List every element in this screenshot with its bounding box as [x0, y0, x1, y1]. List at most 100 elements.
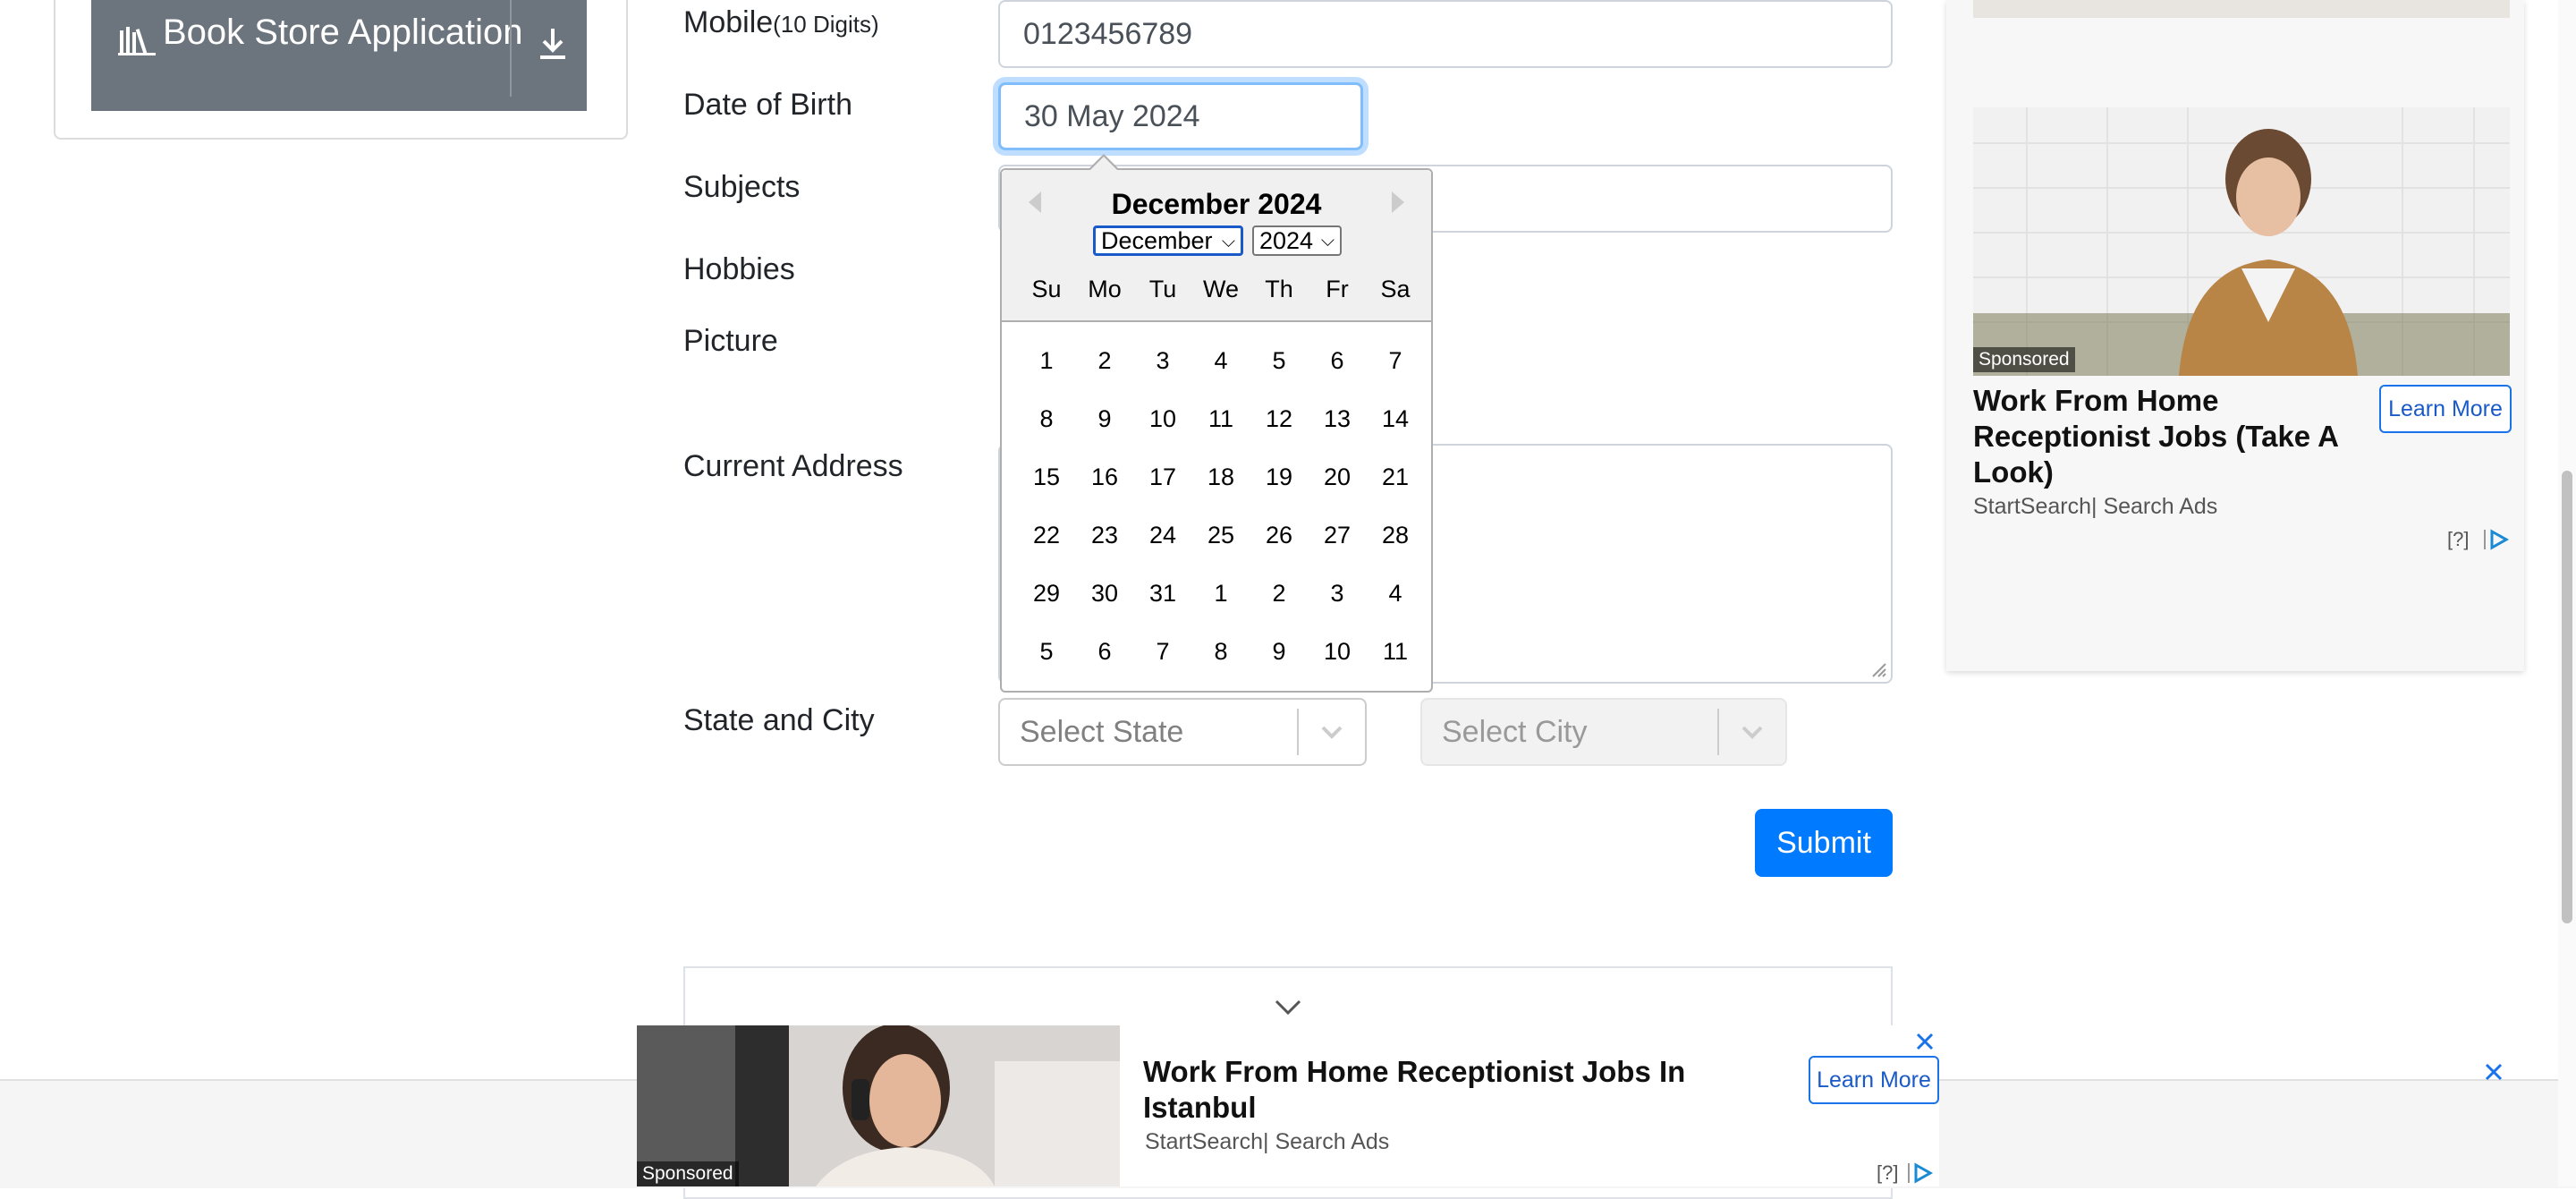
ad-title[interactable]: Work From Home Receptionist Jobs (Take A…	[1973, 383, 2367, 490]
divider	[510, 0, 512, 97]
calendar-day[interactable]: 26	[1254, 522, 1304, 549]
calendar-day[interactable]: 31	[1138, 580, 1188, 608]
calendar-day[interactable]: 9	[1254, 638, 1304, 666]
weekday-header: Mo	[1088, 276, 1122, 302]
weekday-header: Fr	[1326, 276, 1349, 302]
city-select[interactable]: Select City	[1420, 698, 1787, 766]
submit-button[interactable]: Submit	[1755, 809, 1893, 877]
datepicker: December 2024 December ⌵ 2024 ⌵ Su Mo Tu We Th…	[1000, 154, 1433, 693]
next-month-icon[interactable]	[1379, 184, 1415, 220]
calendar-day[interactable]: 2	[1254, 580, 1304, 608]
city-placeholder: Select City	[1442, 714, 1588, 749]
banner-ad-image[interactable]: Sponsored	[637, 1025, 1120, 1186]
month-select[interactable]: December ⌵	[1093, 225, 1243, 256]
calendar-day[interactable]: 8	[1021, 405, 1072, 433]
chevron-down-icon: ⌵	[1221, 232, 1235, 251]
calendar-day[interactable]: 1	[1196, 580, 1246, 608]
dob-label: Date of Birth	[683, 88, 852, 122]
calendar-day[interactable]: 17	[1138, 463, 1188, 491]
download-icon[interactable]	[535, 25, 571, 61]
state-placeholder: Select State	[1020, 714, 1184, 749]
adchoices-icon[interactable]	[2483, 528, 2510, 551]
banner-ad-info-link[interactable]: [?]	[1877, 1161, 1898, 1185]
calendar-day[interactable]: 5	[1254, 347, 1304, 375]
calendar-day[interactable]: 10	[1312, 638, 1362, 666]
sponsored-badge: Sponsored	[1973, 347, 2075, 372]
ad-strip	[1973, 0, 2510, 18]
weekday-header: Sa	[1380, 276, 1411, 302]
calendar-day[interactable]: 23	[1080, 522, 1130, 549]
weekday-header: We	[1202, 276, 1239, 302]
banner-ad-title[interactable]: Work From Home Receptionist Jobs In Ista…	[1143, 1054, 1733, 1126]
calendar-day[interactable]: 8	[1196, 638, 1246, 666]
calendar-day[interactable]: 4	[1196, 347, 1246, 375]
calendar-day[interactable]: 29	[1021, 580, 1072, 608]
calendar-day[interactable]: 4	[1370, 580, 1420, 608]
calendar-day[interactable]: 16	[1080, 463, 1130, 491]
subjects-label: Subjects	[683, 170, 801, 204]
chevron-down-icon: ⌵	[1320, 231, 1335, 251]
close-icon[interactable]	[1914, 1031, 1936, 1052]
scrollbar-thumb[interactable]	[2562, 471, 2572, 923]
calendar-day[interactable]: 18	[1196, 463, 1246, 491]
calendar-day[interactable]: 10	[1138, 405, 1188, 433]
calendar-day[interactable]: 14	[1370, 405, 1420, 433]
close-icon[interactable]	[2483, 1061, 2504, 1083]
chevron-down-icon[interactable]	[1719, 725, 1785, 739]
calendar-day[interactable]: 22	[1021, 522, 1072, 549]
ad-image[interactable]: Sponsored	[1973, 107, 2510, 376]
book-store-label: Book Store Application	[163, 13, 523, 52]
calendar-day[interactable]: 28	[1370, 522, 1420, 549]
calendar-day[interactable]: 11	[1370, 638, 1420, 666]
calendar-day[interactable]: 21	[1370, 463, 1420, 491]
banner-ad-source: StartSearch| Search Ads	[1145, 1129, 1390, 1154]
calendar-day[interactable]: 1	[1021, 347, 1072, 375]
current-address-label: Current Address	[683, 449, 903, 483]
calendar-day[interactable]: 19	[1254, 463, 1304, 491]
dob-input[interactable]: 30 May 2024	[998, 82, 1363, 150]
calendar-day[interactable]: 30	[1080, 580, 1130, 608]
calendar-day[interactable]: 25	[1196, 522, 1246, 549]
state-city-label: State and City	[683, 703, 875, 737]
adchoices-icon[interactable]	[1907, 1161, 1934, 1185]
calendar-day[interactable]: 24	[1138, 522, 1188, 549]
calendar-day[interactable]: 12	[1254, 405, 1304, 433]
hobbies-label: Hobbies	[683, 252, 795, 286]
calendar-day[interactable]: 9	[1080, 405, 1130, 433]
calendar-day[interactable]: 11	[1196, 405, 1246, 433]
chevron-down-icon[interactable]	[1299, 725, 1365, 739]
calendar-day[interactable]: 6	[1080, 638, 1130, 666]
calendar-day[interactable]: 27	[1312, 522, 1362, 549]
weekday-header: Su	[1031, 276, 1062, 302]
weekday-header: Th	[1265, 276, 1293, 302]
calendar-day[interactable]: 3	[1312, 580, 1362, 608]
picture-label: Picture	[683, 324, 778, 358]
ad-source: StartSearch| Search Ads	[1973, 494, 2218, 519]
book-store-application-item[interactable]: Book Store Application	[91, 0, 587, 111]
calendar-day[interactable]: 6	[1312, 347, 1362, 375]
mobile-hint: (10 Digits)	[773, 11, 879, 38]
state-select[interactable]: Select State	[998, 698, 1367, 766]
calendar-day[interactable]: 15	[1021, 463, 1072, 491]
calendar-day[interactable]: 5	[1021, 638, 1072, 666]
calendar-day[interactable]: 13	[1312, 405, 1362, 433]
year-select[interactable]: 2024 ⌵	[1252, 225, 1342, 256]
mobile-input[interactable]: 0123456789	[998, 0, 1893, 68]
mobile-label: Mobile(10 Digits)	[683, 5, 879, 39]
books-icon	[118, 27, 156, 55]
datepicker-pointer-inner	[1089, 157, 1118, 171]
calendar-day[interactable]: 3	[1138, 347, 1188, 375]
learn-more-button[interactable]: Learn More	[2379, 385, 2512, 433]
banner-learn-more-button[interactable]: Learn More	[1809, 1056, 1939, 1104]
calendar-day[interactable]: 7	[1370, 347, 1420, 375]
calendar-day[interactable]: 7	[1138, 638, 1188, 666]
calendar-day[interactable]: 2	[1080, 347, 1130, 375]
datepicker-title: December 2024	[1111, 188, 1322, 220]
calendar-day[interactable]: 20	[1312, 463, 1362, 491]
resize-grip-icon[interactable]	[1871, 662, 1887, 678]
weekday-header: Tu	[1148, 276, 1177, 302]
ad-info-link[interactable]: [?]	[2447, 528, 2469, 551]
chevron-down-icon[interactable]	[1274, 999, 1302, 1016]
sponsored-badge: Sponsored	[637, 1161, 739, 1186]
datepicker-header: December 2024 December ⌵ 2024 ⌵ Su Mo Tu We Th…	[1002, 170, 1431, 322]
